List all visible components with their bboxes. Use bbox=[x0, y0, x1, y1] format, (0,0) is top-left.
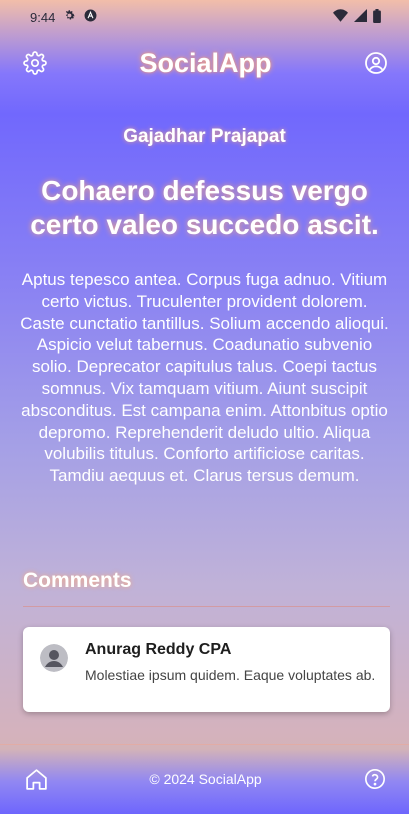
comment-card: Anurag Reddy CPA Molestiae ipsum quidem.… bbox=[23, 627, 390, 712]
help-icon bbox=[365, 769, 385, 789]
account-button[interactable] bbox=[363, 50, 389, 76]
signal-icon bbox=[354, 9, 367, 25]
post-title: Cohaero defessus vergo certo valeo succe… bbox=[30, 175, 379, 240]
gear-icon bbox=[63, 9, 76, 25]
post-body: Aptus tepesco antea. Corpus fuga adnuo. … bbox=[20, 270, 389, 486]
status-right bbox=[333, 8, 381, 26]
status-left: 9:44 bbox=[30, 9, 97, 25]
account-icon bbox=[365, 52, 387, 74]
comment-author: Anurag Reddy CPA bbox=[85, 641, 232, 658]
comments-heading: Comments bbox=[23, 569, 132, 592]
help-button[interactable] bbox=[362, 766, 388, 792]
post-author: Gajadhar Prajapat bbox=[123, 126, 286, 147]
battery-icon bbox=[373, 8, 381, 26]
app-header: SocialApp bbox=[0, 40, 409, 86]
a-icon bbox=[84, 9, 97, 25]
copyright-text: © 2024 SocialApp bbox=[149, 771, 262, 787]
status-time: 9:44 bbox=[30, 9, 56, 25]
comments-divider bbox=[23, 606, 390, 607]
wifi-icon bbox=[333, 9, 348, 25]
app-footer: © 2024 SocialApp bbox=[0, 744, 409, 814]
app-title: SocialApp bbox=[139, 47, 272, 78]
home-button[interactable] bbox=[23, 766, 49, 792]
comment-text: Molestiae ipsum quidem. Eaque voluptates… bbox=[85, 667, 376, 683]
avatar-icon bbox=[40, 644, 68, 672]
settings-button[interactable] bbox=[22, 50, 48, 76]
status-bar: 9:44 bbox=[0, 0, 409, 34]
home-icon bbox=[25, 768, 47, 790]
gear-icon bbox=[23, 51, 47, 75]
